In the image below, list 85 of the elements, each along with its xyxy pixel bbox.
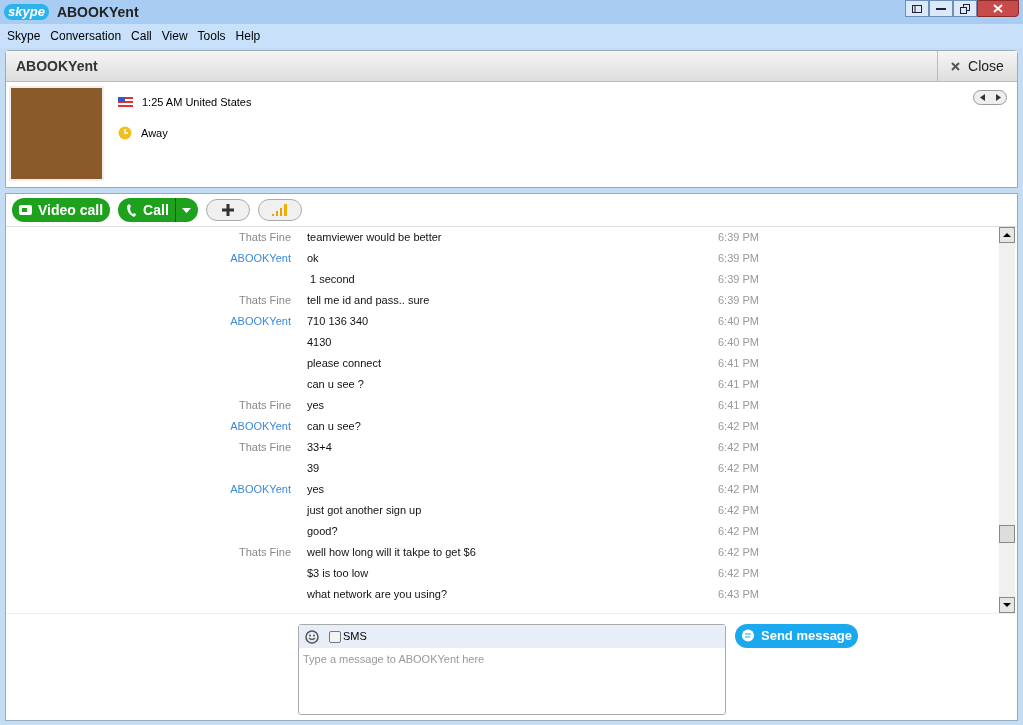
message-time: 6:39 PM (718, 251, 759, 267)
video-camera-icon (19, 205, 32, 215)
menu-item[interactable]: Skype (2, 27, 46, 45)
pager-button[interactable] (973, 90, 1007, 105)
message-text: $3 is too low (307, 567, 369, 580)
contact-status: Away (141, 125, 168, 141)
signal-bars-icon (271, 204, 288, 216)
menu-item[interactable]: Help (230, 27, 266, 45)
message-text: 710 136 340 (307, 315, 369, 328)
window-layout-icon (912, 4, 922, 13)
message-time: 6:42 PM (718, 482, 759, 498)
plus-icon (221, 204, 234, 216)
message-text: tell me id and pass.. sure (307, 294, 430, 307)
message-time: 6:42 PM (718, 461, 759, 477)
minimize-icon (936, 7, 946, 10)
message-text: 4130 (307, 336, 332, 349)
message-text: 39 (307, 462, 320, 475)
message-time: 6:39 PM (718, 230, 759, 246)
message-time: 6:43 PM (718, 587, 759, 603)
menu-item[interactable]: Conversation (45, 27, 127, 45)
message-text: what network are you using? (307, 588, 448, 601)
message-text: just got another sign up (307, 504, 422, 517)
sender-name: Thats Fine (239, 294, 291, 307)
scrollbar-thumb[interactable] (999, 525, 1015, 543)
flag-icon (118, 97, 133, 108)
contact-name: ABOOKYent (16, 56, 98, 76)
message-text: ok (307, 252, 319, 265)
message-time: 6:41 PM (718, 356, 759, 372)
sender-name: ABOOKYent (230, 420, 291, 433)
message-time: 6:39 PM (718, 293, 759, 309)
minimize-button[interactable] (929, 0, 953, 17)
close-window-button[interactable] (977, 0, 1019, 17)
message-text: teamviewer would be better (307, 231, 442, 244)
sender-name: Thats Fine (239, 231, 291, 244)
right-arrow-icon (995, 94, 1001, 101)
message-text: well how long will it takpe to get $6 (307, 546, 476, 559)
message-text: yes (307, 399, 325, 412)
restore-button[interactable] (953, 0, 977, 17)
left-arrow-icon (979, 94, 985, 101)
sender-name: Thats Fine (239, 546, 291, 559)
smiley-icon[interactable] (305, 629, 319, 644)
message-time: 6:42 PM (718, 440, 759, 456)
close-conversation-button[interactable]: Close (937, 51, 1017, 81)
sender-name: ABOOKYent (230, 483, 291, 496)
menu-item[interactable]: Tools (192, 27, 231, 45)
message-text: yes (307, 483, 325, 496)
menu-item[interactable]: Call (126, 27, 157, 45)
compact-view-button[interactable] (905, 0, 929, 17)
sender-name: Thats Fine (239, 399, 291, 412)
speech-bubble-icon (741, 629, 755, 643)
message-time: 6:39 PM (718, 272, 759, 288)
sms-checkbox[interactable] (329, 630, 341, 643)
message-text: good? (307, 525, 338, 538)
message-time: 6:42 PM (718, 545, 759, 561)
sms-label: SMS (343, 629, 367, 645)
message-composer[interactable]: SMS Type a message to ABOOKYent here (298, 624, 726, 715)
message-time: 6:42 PM (718, 503, 759, 519)
close-icon (951, 61, 961, 71)
message-time: 6:40 PM (718, 335, 759, 351)
message-text: please connect (307, 357, 381, 370)
phone-icon (127, 203, 137, 217)
message-time: 6:42 PM (718, 419, 759, 435)
clock-icon (118, 125, 132, 140)
scrollbar[interactable] (999, 227, 1015, 613)
sender-name: ABOOKYent (230, 315, 291, 328)
message-time: 6:40 PM (718, 314, 759, 330)
restore-icon (960, 3, 970, 14)
sender-name: ABOOKYent (230, 252, 291, 265)
message-input-field[interactable]: Type a message to ABOOKYent here (299, 648, 725, 714)
local-time: 1:25 AM United States (142, 95, 252, 110)
message-text: 1 second (309, 273, 355, 286)
message-time: 6:41 PM (718, 377, 759, 393)
sender-name: Thats Fine (239, 441, 291, 454)
message-text: 33+4 (307, 441, 332, 454)
window-title: ABOOKYent (56, 2, 139, 22)
message-text: can u see? (307, 420, 361, 433)
menu-item[interactable]: View (156, 27, 193, 45)
message-time: 6:42 PM (718, 566, 759, 582)
add-button[interactable] (205, 199, 250, 221)
caret-icon (182, 207, 192, 213)
app-logo: skype (4, 4, 49, 20)
message-text: can u see ? (307, 378, 364, 391)
close-icon (993, 4, 1003, 13)
message-time: 6:41 PM (718, 398, 759, 414)
message-time: 6:42 PM (718, 524, 759, 540)
